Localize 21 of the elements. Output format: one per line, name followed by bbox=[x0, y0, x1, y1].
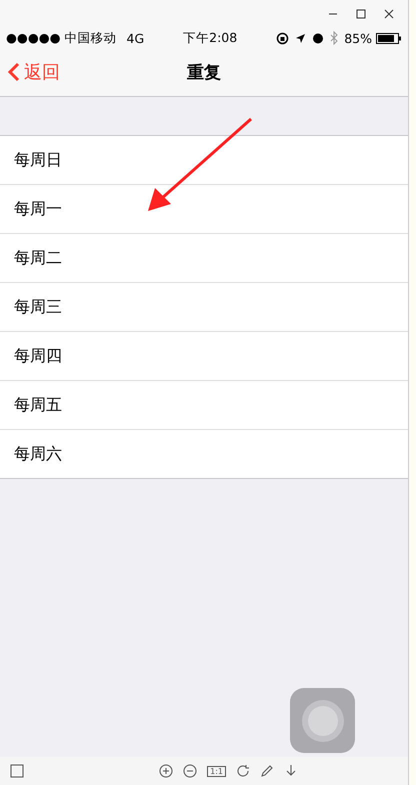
location-icon bbox=[295, 32, 306, 44]
rotate-icon[interactable] bbox=[236, 764, 250, 778]
close-icon[interactable] bbox=[384, 9, 394, 19]
maximize-icon[interactable] bbox=[356, 9, 366, 19]
time-label: 下午2:08 bbox=[183, 30, 238, 46]
bluetooth-icon bbox=[330, 31, 338, 45]
pencil-icon[interactable] bbox=[260, 764, 274, 778]
select-icon[interactable] bbox=[10, 764, 24, 778]
day-option[interactable]: 每周六 bbox=[0, 430, 408, 478]
actual-size-button[interactable]: 1:1 bbox=[207, 766, 226, 776]
download-icon[interactable] bbox=[284, 764, 298, 778]
rotation-lock-icon bbox=[276, 32, 290, 44]
carrier-label: ●●●●● 中国移动 bbox=[6, 30, 117, 46]
zoom-out-icon[interactable] bbox=[183, 764, 198, 778]
alarm-icon bbox=[312, 32, 324, 44]
network-label: 4G bbox=[126, 30, 144, 46]
battery-icon bbox=[376, 32, 402, 44]
chevron-left-icon bbox=[8, 62, 20, 82]
zoom-in-icon[interactable] bbox=[159, 764, 174, 778]
page-title: 重复 bbox=[187, 62, 221, 84]
battery-percent: 85% bbox=[344, 30, 372, 46]
